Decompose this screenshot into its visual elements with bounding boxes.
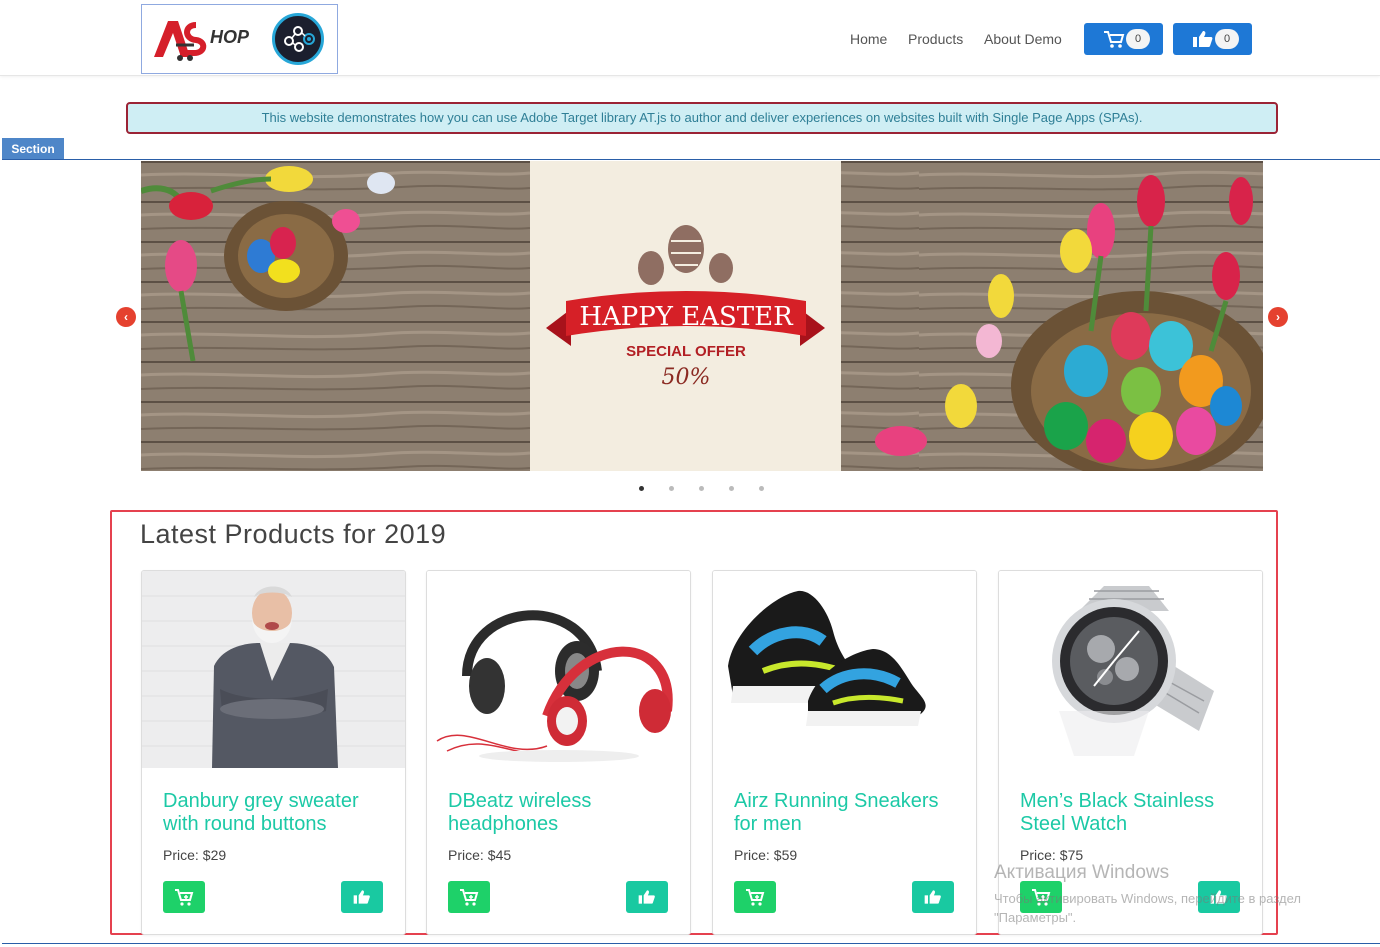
add-to-cart-button[interactable] xyxy=(163,881,205,913)
cart-button[interactable]: 0 xyxy=(1084,23,1163,55)
section-label: Section xyxy=(2,138,64,160)
adobe-target-logo-icon xyxy=(272,13,324,65)
product-image-sweater[interactable] xyxy=(142,571,405,768)
cart-plus-icon xyxy=(460,889,479,906)
thumbs-up-icon xyxy=(1193,31,1213,47)
carousel-next-button[interactable]: › xyxy=(1268,307,1288,327)
product-price: Price: $45 xyxy=(448,847,512,863)
thumbs-up-icon xyxy=(353,890,370,904)
nav-about-demo[interactable]: About Demo xyxy=(984,31,1062,47)
banner-headline: HAPPY EASTER xyxy=(579,302,794,332)
windows-activation-title: Активация Windows xyxy=(994,862,1170,883)
product-card-headphones[interactable]: DBeatz wireless headphones Price: $45 xyxy=(426,570,691,935)
cart-plus-icon xyxy=(175,889,194,906)
product-card-sneakers[interactable]: Airz Running Sneakers for men Price: $59 xyxy=(712,570,977,935)
carousel-prev-button[interactable]: ‹ xyxy=(116,307,136,327)
product-name[interactable]: DBeatz wireless headphones xyxy=(448,790,673,836)
nav-home[interactable]: Home xyxy=(850,31,887,47)
likes-button[interactable]: 0 xyxy=(1173,23,1252,55)
logo-text: HOP xyxy=(210,27,250,47)
cart-icon xyxy=(1104,31,1125,48)
product-name[interactable]: Men’s Black Stainless Steel Watch xyxy=(1020,790,1245,836)
product-image-headphones[interactable] xyxy=(427,571,690,768)
site-logo[interactable]: HOP xyxy=(141,4,338,74)
section-divider-bottom xyxy=(2,943,1380,944)
product-price: Price: $29 xyxy=(163,847,227,863)
product-name[interactable]: Danbury grey sweater with round buttons xyxy=(163,790,388,836)
carousel-dot-4[interactable] xyxy=(729,486,734,491)
add-to-cart-button[interactable] xyxy=(448,881,490,913)
section-divider xyxy=(2,159,1380,160)
site-header: HOP Home Products About Demo 0 0 xyxy=(0,0,1380,76)
product-image-watch[interactable] xyxy=(999,571,1262,768)
product-image-sneakers[interactable] xyxy=(713,571,976,768)
likes-count-badge: 0 xyxy=(1215,29,1239,49)
cart-count-badge: 0 xyxy=(1126,29,1150,49)
carousel-dot-5[interactable] xyxy=(759,486,764,491)
carousel-dot-2[interactable] xyxy=(669,486,674,491)
like-button[interactable] xyxy=(341,881,383,913)
logo-as-icon: HOP xyxy=(154,21,250,61)
easter-banner-image: HAPPY EASTER SPECIAL OFFER 50% xyxy=(141,161,1263,471)
cart-plus-icon xyxy=(746,889,765,906)
thumbs-up-icon xyxy=(924,890,941,904)
banner-discount: 50% xyxy=(662,365,711,390)
like-button[interactable] xyxy=(912,881,954,913)
add-to-cart-button[interactable] xyxy=(734,881,776,913)
like-button[interactable] xyxy=(626,881,668,913)
info-notice: This website demonstrates how you can us… xyxy=(126,102,1278,134)
windows-activation-text: Чтобы активировать Windows, перейдите в … xyxy=(994,891,1301,925)
carousel-dot-1[interactable] xyxy=(639,486,644,491)
products-section-title: Latest Products for 2019 xyxy=(140,519,447,549)
product-price: Price: $59 xyxy=(734,847,798,863)
product-price: Price: $75 xyxy=(1020,847,1084,863)
hero-carousel[interactable]: HAPPY EASTER SPECIAL OFFER 50% xyxy=(141,161,1263,471)
banner-subline: SPECIAL OFFER xyxy=(626,343,746,360)
nav-products[interactable]: Products xyxy=(908,31,963,47)
product-name[interactable]: Airz Running Sneakers for men xyxy=(734,790,959,836)
thumbs-up-icon xyxy=(638,890,655,904)
carousel-dot-3[interactable] xyxy=(699,486,704,491)
product-card-sweater[interactable]: Danbury grey sweater with round buttons … xyxy=(141,570,406,935)
